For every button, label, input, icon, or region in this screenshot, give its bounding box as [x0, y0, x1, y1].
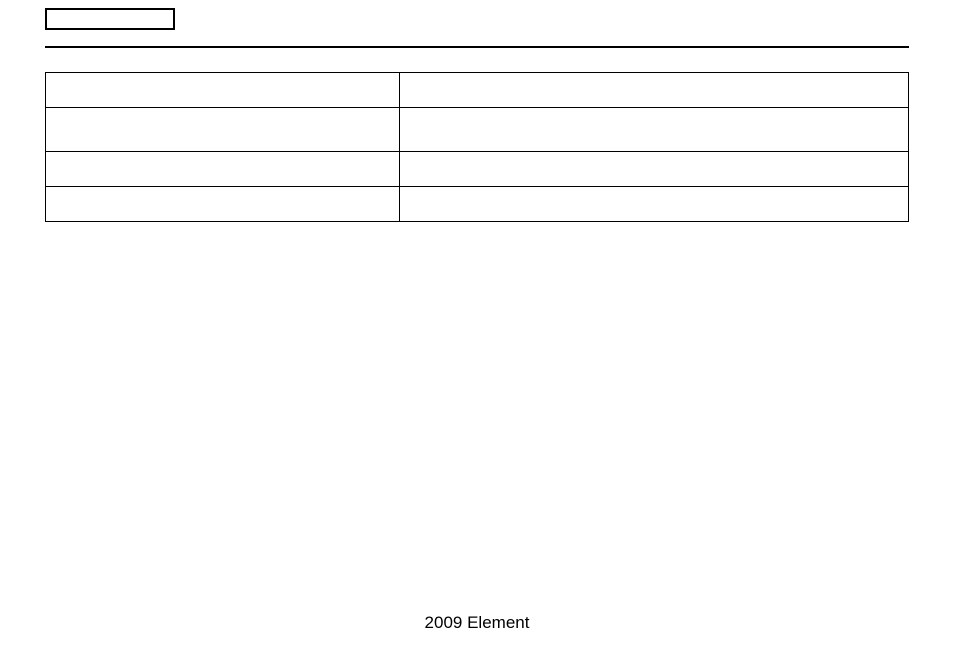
table-cell	[399, 108, 908, 152]
table-cell	[399, 187, 908, 222]
table-cell	[46, 152, 400, 187]
table-cell	[399, 152, 908, 187]
table-cell	[399, 73, 908, 108]
table-row	[46, 108, 909, 152]
document-page: 2009 Element	[0, 0, 954, 652]
top-label-box	[45, 8, 175, 30]
table-row	[46, 187, 909, 222]
table-row	[46, 73, 909, 108]
footer-text: 2009 Element	[0, 613, 954, 633]
table-cell	[46, 73, 400, 108]
table-cell	[46, 187, 400, 222]
table-cell	[46, 108, 400, 152]
spec-table	[45, 72, 909, 222]
table-row	[46, 152, 909, 187]
table	[45, 72, 909, 222]
horizontal-rule	[45, 46, 909, 48]
